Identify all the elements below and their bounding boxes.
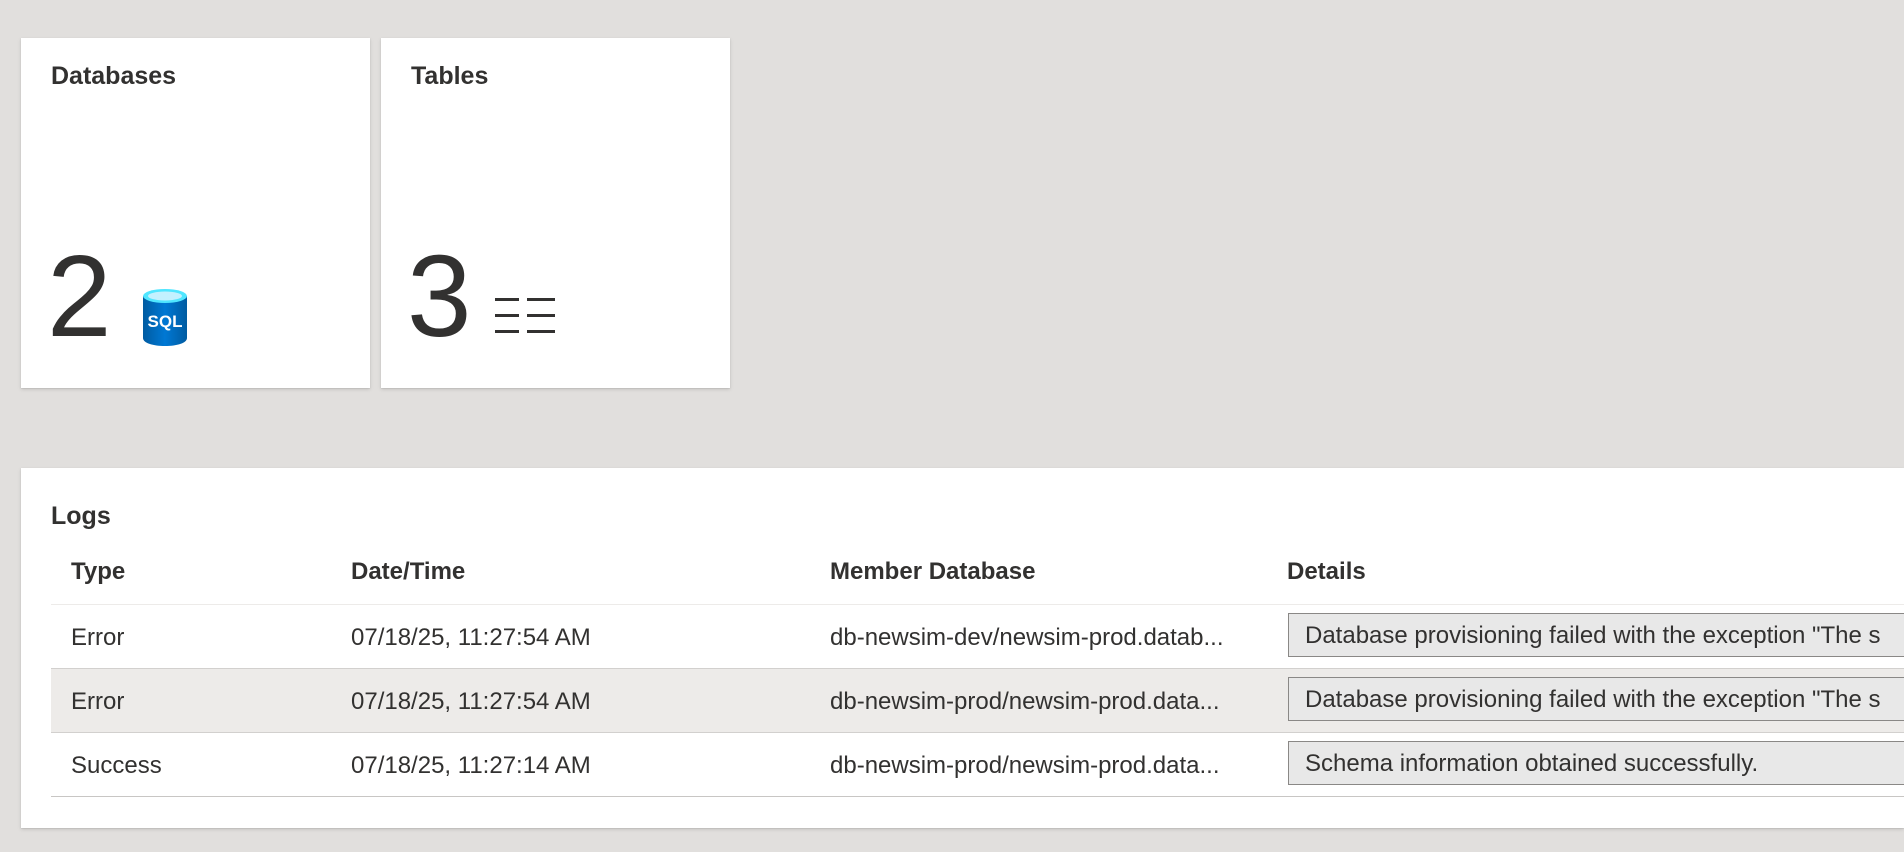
logs-panel: Logs Type Date/Time Member Database Deta… — [21, 468, 1904, 828]
logs-grid-header: Type Date/Time Member Database Details — [51, 536, 1904, 605]
tables-count: 3 — [407, 231, 472, 361]
cell-type: Error — [71, 624, 125, 651]
databases-count: 2 — [47, 231, 112, 361]
column-header-datetime[interactable]: Date/Time — [351, 558, 465, 586]
tables-tile-title: Tables — [411, 62, 489, 90]
table-row[interactable]: Error 07/18/25, 11:27:54 AM db-newsim-de… — [51, 605, 1904, 669]
details-field[interactable]: Schema information obtained successfully… — [1288, 741, 1904, 785]
table-icon — [493, 296, 557, 341]
table-row[interactable]: Error 07/18/25, 11:27:54 AM db-newsim-pr… — [51, 669, 1904, 733]
tables-tile[interactable]: Tables 3 — [381, 38, 730, 388]
details-field[interactable]: Database provisioning failed with the ex… — [1288, 613, 1904, 657]
databases-tile[interactable]: Databases 2 SQL — [21, 38, 370, 388]
logs-title: Logs — [51, 502, 111, 530]
column-header-member-database[interactable]: Member Database — [830, 558, 1262, 586]
databases-tile-title: Databases — [51, 62, 177, 90]
cell-member-database: db-newsim-dev/newsim-prod.datab... — [830, 624, 1224, 651]
column-header-type[interactable]: Type — [71, 558, 125, 586]
sql-database-icon: SQL — [141, 287, 189, 352]
sql-icon-label: SQL — [148, 312, 183, 331]
cell-member-database: db-newsim-prod/newsim-prod.data... — [830, 752, 1220, 779]
details-field[interactable]: Database provisioning failed with the ex… — [1288, 677, 1904, 721]
cell-type: Success — [71, 752, 162, 779]
cell-type: Error — [71, 688, 125, 715]
logs-grid: Type Date/Time Member Database Details E… — [51, 536, 1904, 797]
column-header-details[interactable]: Details — [1287, 558, 1366, 586]
table-row[interactable]: Success 07/18/25, 11:27:14 AM db-newsim-… — [51, 733, 1904, 797]
cell-datetime: 07/18/25, 11:27:14 AM — [351, 752, 591, 779]
cell-datetime: 07/18/25, 11:27:54 AM — [351, 688, 591, 715]
cell-datetime: 07/18/25, 11:27:54 AM — [351, 624, 591, 651]
cell-member-database: db-newsim-prod/newsim-prod.data... — [830, 688, 1220, 715]
